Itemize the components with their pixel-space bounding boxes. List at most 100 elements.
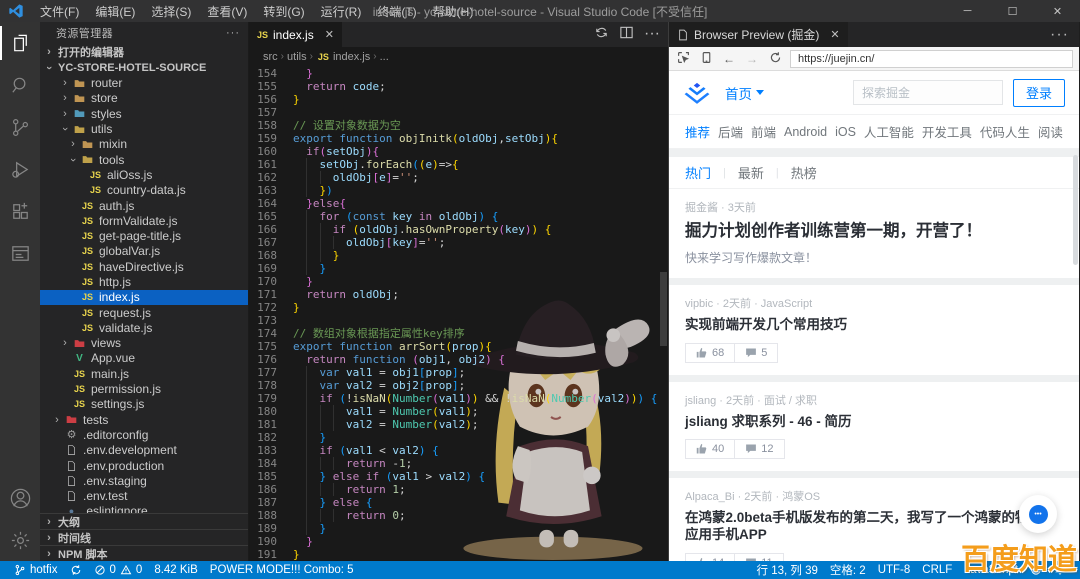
code-line[interactable]: 188 return 0; [249,509,668,522]
close-button[interactable]: ✕ [1035,0,1080,22]
tree-folder-utils[interactable]: › utils [40,121,248,136]
code-line[interactable]: 186 return 1; [249,483,668,496]
sync-item[interactable] [64,564,88,576]
code-line[interactable]: 169 } [249,262,668,275]
code-line[interactable]: 177 var val1 = obj1[prop]; [249,366,668,379]
preview-more-actions-icon[interactable]: ··· [1050,26,1079,44]
code-line[interactable]: 173 [249,314,668,327]
code-line[interactable]: 155 return code; [249,80,668,93]
code-line[interactable]: 170 } [249,275,668,288]
menu-item[interactable]: 文件(F) [32,3,87,20]
close-preview-tab-icon[interactable]: ✕ [830,28,839,41]
code-line[interactable]: 176 return function (obj1, obj2) { [249,353,668,366]
settings-gear-icon[interactable] [0,519,40,561]
git-branch-item[interactable]: hotfix [8,564,64,576]
nav-item-5[interactable]: 人工智能 [864,122,914,141]
search-icon[interactable] [0,64,40,106]
tree-file-.eslintignore[interactable]: ● .eslintignore [40,504,248,513]
code-line[interactable]: 156} [249,93,668,106]
nav-item-6[interactable]: 开发工具 [922,122,972,141]
tree-file-aliOss.js[interactable]: JS aliOss.js [40,167,248,182]
article-title[interactable]: 实现前端开发几个常用技巧 [685,317,1063,334]
code-line[interactable]: 157 [249,106,668,119]
browser-preview-icon[interactable] [0,232,40,274]
cursor-position-item[interactable]: 行 13, 列 39 [751,562,824,578]
sidebar-section-0[interactable]: › 大纲 [40,513,248,529]
login-button[interactable]: 登录 [1013,78,1065,107]
nav-item-3[interactable]: Android [784,125,827,139]
tree-file-.editorconfig[interactable]: ⚙ .editorconfig [40,427,248,442]
tree-file-permission.js[interactable]: JS permission.js [40,381,248,396]
comment-button[interactable]: 5 [734,343,777,362]
menu-item[interactable]: 终端(T) [369,3,424,20]
menu-item[interactable]: 运行(R) [313,3,370,20]
minimize-button[interactable]: ─ [945,0,990,22]
code-line[interactable]: 190 } [249,535,668,548]
code-line[interactable]: 184 return -1; [249,457,668,470]
code-line[interactable]: 158// 设置对象数据为空 [249,119,668,132]
url-input[interactable] [790,49,1073,68]
code-line[interactable]: 168 } [249,249,668,262]
code-line[interactable]: 191} [249,548,668,561]
nav-item-0[interactable]: 推荐 [685,122,710,141]
tree-folder-tools[interactable]: › tools [40,152,248,167]
code-line[interactable]: 179 if (!isNaN(Number(val1)) && !isNaN(N… [249,392,668,405]
tree-file-settings.js[interactable]: JS settings.js [40,397,248,412]
tree-file-request.js[interactable]: JS request.js [40,305,248,320]
tree-folder-mixin[interactable]: › mixin [40,137,248,152]
tree-folder-store[interactable]: › store [40,91,248,106]
tree-folder-tests[interactable]: › tests [40,412,248,427]
code-line[interactable]: 159 export function objInitk(oldObj,setOb… [249,132,668,145]
code-line[interactable]: 160 if(setObj){ [249,145,668,158]
code-line[interactable]: 185 } else if (val1 > val2) { [249,470,668,483]
split-editor-icon[interactable] [619,25,634,45]
code-line[interactable]: 167 oldObj[key]=''; [249,236,668,249]
project-root-section[interactable]: › YC-STORE-HOTEL-SOURCE [40,60,248,76]
nav-home-dropdown[interactable]: 首页 [725,83,764,103]
menu-item[interactable]: 编辑(E) [87,3,143,20]
code-line[interactable]: 182 } [249,431,668,444]
tab-browser-preview[interactable]: Browser Preview (掘金) ✕ [669,22,848,47]
code-line[interactable]: 174// 数组对象根据指定属性key排序 [249,327,668,340]
feedback-chat-button[interactable]: ••• [1019,495,1057,533]
article-meta[interactable]: 掘金酱 · 3天前 [685,199,1063,215]
article-item-2[interactable]: jsliang · 2天前 · 面试 / 求职 jsliang 求职系列 - 46… [669,381,1079,472]
like-button[interactable]: 40 [686,440,734,458]
page-scrollbar[interactable] [1073,155,1078,265]
tree-folder-styles[interactable]: › styles [40,106,248,121]
nav-item-4[interactable]: iOS [835,125,856,139]
tree-file-.env.development[interactable]: .env.development [40,443,248,458]
power-mode-item[interactable]: POWER MODE!!! Combo: 5 [204,564,360,576]
explorer-icon[interactable] [0,22,40,64]
tree-folder-router[interactable]: › router [40,75,248,90]
source-control-icon[interactable] [0,106,40,148]
comment-button[interactable]: 12 [734,440,783,459]
tree-file-.env.production[interactable]: .env.production [40,458,248,473]
run-debug-icon[interactable] [0,148,40,190]
like-button[interactable]: 68 [686,344,734,362]
code-line[interactable]: 171 return oldObj; [249,288,668,301]
code-line[interactable]: 162 oldObj[e]=''; [249,171,668,184]
menu-item[interactable]: 查看(V) [199,3,255,20]
tree-folder-views[interactable]: › views [40,336,248,351]
menu-item[interactable]: 帮助(H) [425,3,482,20]
code-area[interactable]: 154 } 155 return code; 156} 157 158// 设置对象数… [249,66,668,561]
juejin-logo-icon[interactable] [683,81,711,105]
eol-item[interactable]: CRLF [916,562,958,578]
code-line[interactable]: 181 val2 = Number(val2); [249,418,668,431]
tree-file-get-page-title.js[interactable]: JS get-page-title.js [40,228,248,243]
account-icon[interactable] [0,477,40,519]
inspect-element-icon[interactable] [675,51,691,67]
problems-item[interactable]: 0 0 [88,564,149,576]
tree-file-main.js[interactable]: JS main.js [40,366,248,381]
code-line[interactable]: 189 } [249,522,668,535]
article-meta[interactable]: jsliang · 2天前 · 面试 / 求职 [685,392,1063,408]
code-line[interactable]: 165 for (const key in oldObj) { [249,210,668,223]
breadcrumb-item[interactable]: utils [287,51,307,63]
article-desc[interactable]: 快来学习写作爆款文章！ [685,249,1063,266]
tree-file-.env.test[interactable]: .env.test [40,489,248,504]
tree-file-auth.js[interactable]: JS auth.js [40,198,248,213]
tree-file-index.js[interactable]: JS index.js [40,289,248,305]
menu-item[interactable]: 转到(G) [255,3,312,20]
code-line[interactable]: 187 } else { [249,496,668,509]
